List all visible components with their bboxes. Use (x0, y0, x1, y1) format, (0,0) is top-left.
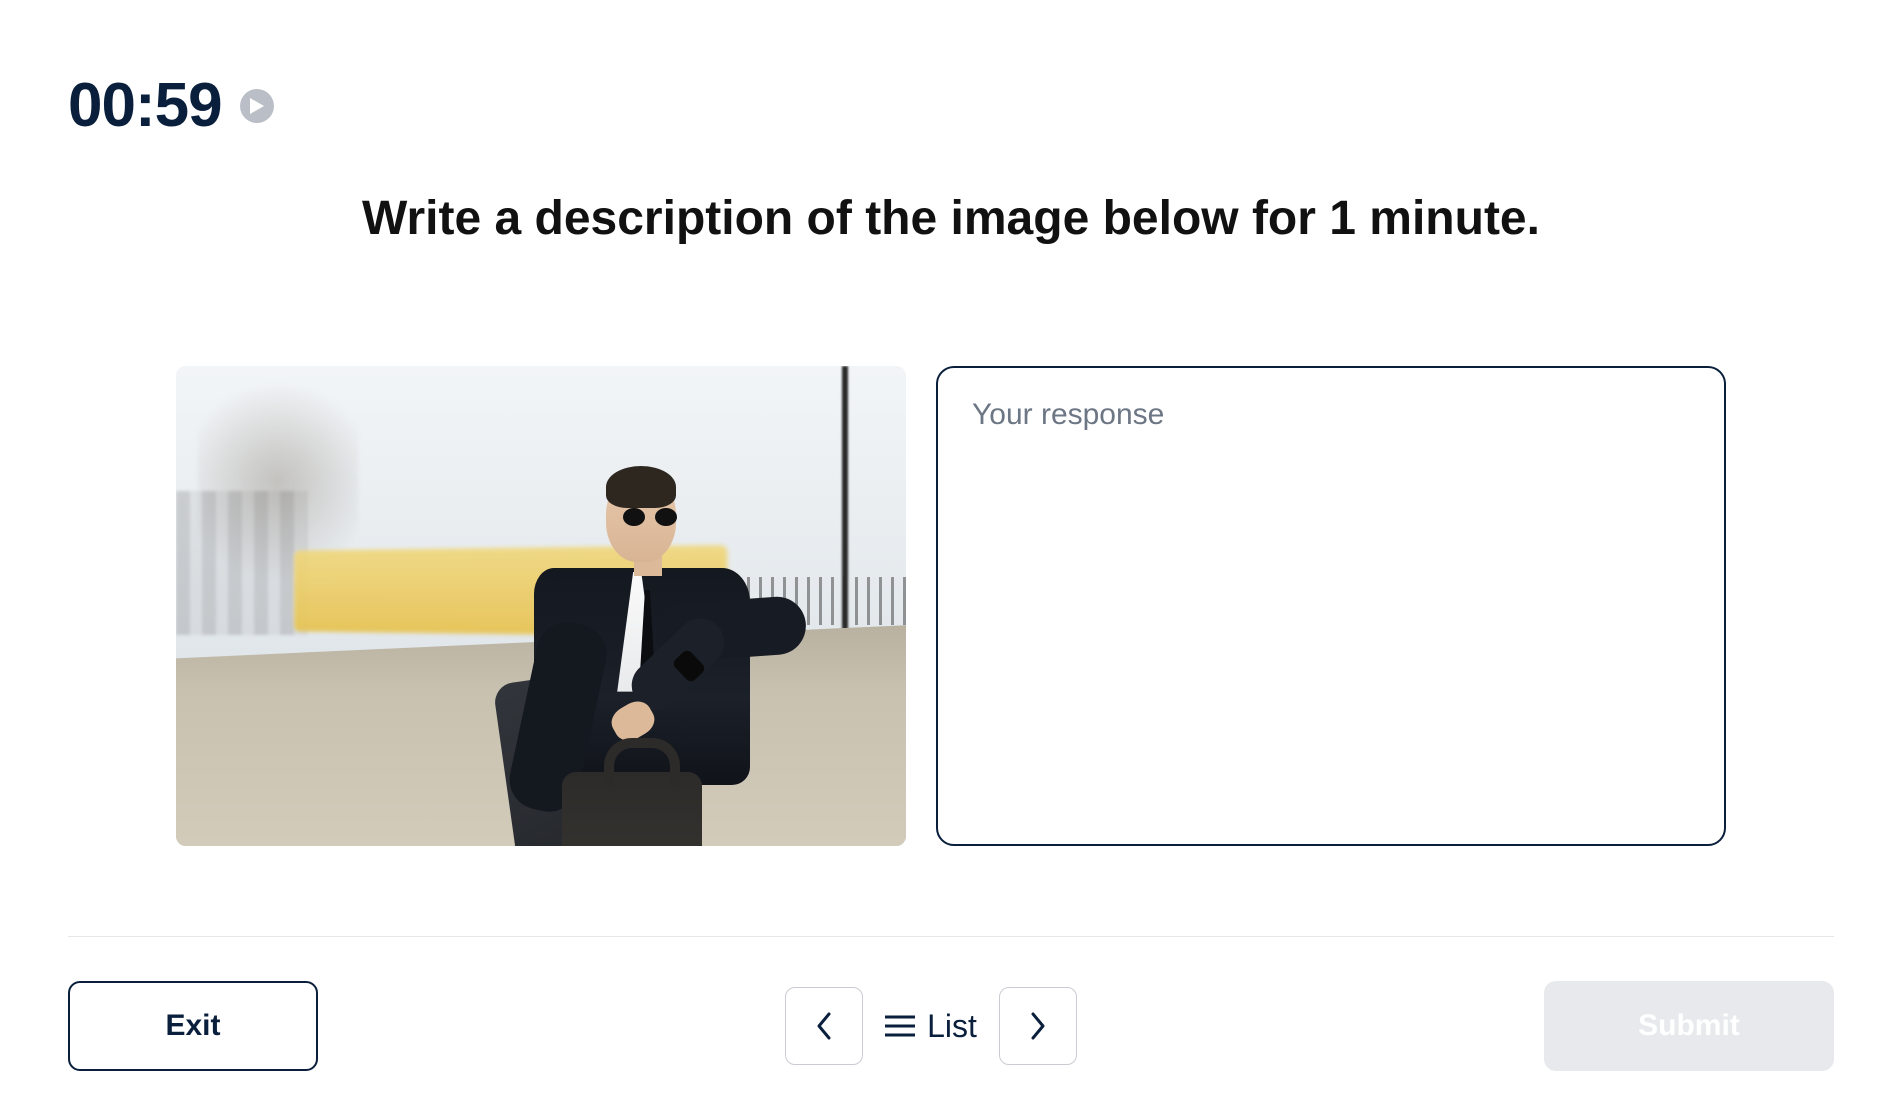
timer-display: 00:59 (68, 70, 222, 141)
list-label: List (927, 1008, 977, 1045)
chevron-right-icon (1029, 1011, 1047, 1041)
next-button[interactable] (999, 987, 1077, 1065)
play-button[interactable] (240, 89, 274, 123)
question-prompt: Write a description of the image below f… (201, 191, 1701, 246)
exit-button[interactable]: Exit (68, 981, 318, 1071)
prompt-image (176, 366, 906, 846)
chevron-left-icon (815, 1011, 833, 1041)
footer-divider (68, 936, 1834, 937)
prev-button[interactable] (785, 987, 863, 1065)
play-icon (250, 98, 264, 114)
submit-button[interactable]: Submit (1544, 981, 1834, 1071)
response-textarea[interactable] (936, 366, 1726, 846)
list-button[interactable]: List (885, 1008, 977, 1045)
list-icon (885, 1014, 915, 1038)
